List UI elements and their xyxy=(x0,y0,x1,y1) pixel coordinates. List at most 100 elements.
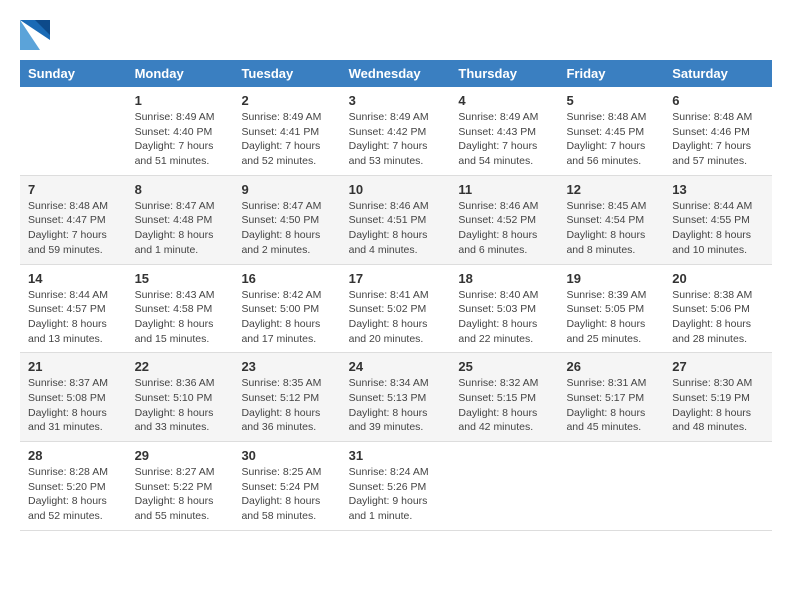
day-info: Sunrise: 8:48 AM Sunset: 4:46 PM Dayligh… xyxy=(672,110,764,169)
weekday-header-tuesday: Tuesday xyxy=(233,60,340,87)
day-info: Sunrise: 8:31 AM Sunset: 5:17 PM Dayligh… xyxy=(566,376,656,435)
day-info: Sunrise: 8:32 AM Sunset: 5:15 PM Dayligh… xyxy=(458,376,550,435)
calendar-cell: 15 Sunrise: 8:43 AM Sunset: 4:58 PM Dayli… xyxy=(127,264,234,353)
logo-icon xyxy=(20,20,50,50)
day-number: 9 xyxy=(241,182,332,197)
calendar-cell: 6 Sunrise: 8:48 AM Sunset: 4:46 PM Daylig… xyxy=(664,87,772,175)
day-info: Sunrise: 8:46 AM Sunset: 4:52 PM Dayligh… xyxy=(458,199,550,258)
calendar-cell: 11 Sunrise: 8:46 AM Sunset: 4:52 PM Dayli… xyxy=(450,175,558,264)
day-info: Sunrise: 8:41 AM Sunset: 5:02 PM Dayligh… xyxy=(349,288,443,347)
day-number: 16 xyxy=(241,271,332,286)
day-number: 25 xyxy=(458,359,550,374)
day-info: Sunrise: 8:49 AM Sunset: 4:40 PM Dayligh… xyxy=(135,110,226,169)
day-number: 15 xyxy=(135,271,226,286)
calendar-cell: 26Sunrise: 8:31 AM Sunset: 5:17 PM Dayli… xyxy=(558,353,664,442)
day-info: Sunrise: 8:35 AM Sunset: 5:12 PM Dayligh… xyxy=(241,376,332,435)
day-info: Sunrise: 8:42 AM Sunset: 5:00 PM Dayligh… xyxy=(241,288,332,347)
day-info: Sunrise: 8:49 AM Sunset: 4:41 PM Dayligh… xyxy=(241,110,332,169)
calendar-cell xyxy=(664,442,772,531)
week-row-3: 14 Sunrise: 8:44 AM Sunset: 4:57 PM Dayli… xyxy=(20,264,772,353)
calendar-cell: 7Sunrise: 8:48 AM Sunset: 4:47 PM Daylig… xyxy=(20,175,127,264)
calendar-cell: 14 Sunrise: 8:44 AM Sunset: 4:57 PM Dayli… xyxy=(20,264,127,353)
calendar-cell: 25 Sunrise: 8:32 AM Sunset: 5:15 PM Dayli… xyxy=(450,353,558,442)
calendar-cell: 28 Sunrise: 8:28 AM Sunset: 5:20 PM Dayli… xyxy=(20,442,127,531)
day-info: Sunrise: 8:48 AM Sunset: 4:47 PM Dayligh… xyxy=(28,199,119,258)
day-number: 3 xyxy=(349,93,443,108)
day-info: Sunrise: 8:36 AM Sunset: 5:10 PM Dayligh… xyxy=(135,376,226,435)
week-row-1: 1Sunrise: 8:49 AM Sunset: 4:40 PM Daylig… xyxy=(20,87,772,175)
day-number: 5 xyxy=(566,93,656,108)
day-info: Sunrise: 8:43 AM Sunset: 4:58 PM Dayligh… xyxy=(135,288,226,347)
calendar-cell: 4Sunrise: 8:49 AM Sunset: 4:43 PM Daylig… xyxy=(450,87,558,175)
week-row-2: 7Sunrise: 8:48 AM Sunset: 4:47 PM Daylig… xyxy=(20,175,772,264)
day-info: Sunrise: 8:38 AM Sunset: 5:06 PM Dayligh… xyxy=(672,288,764,347)
calendar-cell xyxy=(20,87,127,175)
calendar-cell: 29 Sunrise: 8:27 AM Sunset: 5:22 PM Dayli… xyxy=(127,442,234,531)
day-info: Sunrise: 8:49 AM Sunset: 4:42 PM Dayligh… xyxy=(349,110,443,169)
day-number: 6 xyxy=(672,93,764,108)
calendar-cell: 13 Sunrise: 8:44 AM Sunset: 4:55 PM Dayli… xyxy=(664,175,772,264)
calendar-cell: 3 Sunrise: 8:49 AM Sunset: 4:42 PM Daylig… xyxy=(341,87,451,175)
day-number: 31 xyxy=(349,448,443,463)
day-number: 19 xyxy=(566,271,656,286)
week-row-4: 21 Sunrise: 8:37 AM Sunset: 5:08 PM Dayli… xyxy=(20,353,772,442)
day-number: 30 xyxy=(241,448,332,463)
calendar-header: SundayMondayTuesdayWednesdayThursdayFrid… xyxy=(20,60,772,87)
day-info: Sunrise: 8:27 AM Sunset: 5:22 PM Dayligh… xyxy=(135,465,226,524)
calendar-cell: 2 Sunrise: 8:49 AM Sunset: 4:41 PM Daylig… xyxy=(233,87,340,175)
calendar-body: 1Sunrise: 8:49 AM Sunset: 4:40 PM Daylig… xyxy=(20,87,772,530)
calendar-cell: 20Sunrise: 8:38 AM Sunset: 5:06 PM Dayli… xyxy=(664,264,772,353)
day-number: 18 xyxy=(458,271,550,286)
day-number: 29 xyxy=(135,448,226,463)
day-info: Sunrise: 8:44 AM Sunset: 4:57 PM Dayligh… xyxy=(28,288,119,347)
calendar-cell: 30 Sunrise: 8:25 AM Sunset: 5:24 PM Dayli… xyxy=(233,442,340,531)
calendar-cell: 1Sunrise: 8:49 AM Sunset: 4:40 PM Daylig… xyxy=(127,87,234,175)
logo xyxy=(20,20,54,50)
calendar-table: SundayMondayTuesdayWednesdayThursdayFrid… xyxy=(20,60,772,531)
day-number: 21 xyxy=(28,359,119,374)
day-number: 8 xyxy=(135,182,226,197)
calendar-cell: 31 Sunrise: 8:24 AM Sunset: 5:26 PM Dayli… xyxy=(341,442,451,531)
day-info: Sunrise: 8:47 AM Sunset: 4:50 PM Dayligh… xyxy=(241,199,332,258)
day-number: 28 xyxy=(28,448,119,463)
calendar-cell xyxy=(558,442,664,531)
calendar-cell: 21 Sunrise: 8:37 AM Sunset: 5:08 PM Dayli… xyxy=(20,353,127,442)
day-number: 17 xyxy=(349,271,443,286)
weekday-header-thursday: Thursday xyxy=(450,60,558,87)
day-info: Sunrise: 8:25 AM Sunset: 5:24 PM Dayligh… xyxy=(241,465,332,524)
day-info: Sunrise: 8:49 AM Sunset: 4:43 PM Dayligh… xyxy=(458,110,550,169)
calendar-cell: 23Sunrise: 8:35 AM Sunset: 5:12 PM Dayli… xyxy=(233,353,340,442)
page-header xyxy=(20,20,772,50)
weekday-header-wednesday: Wednesday xyxy=(341,60,451,87)
calendar-cell: 19 Sunrise: 8:39 AM Sunset: 5:05 PM Dayli… xyxy=(558,264,664,353)
day-info: Sunrise: 8:45 AM Sunset: 4:54 PM Dayligh… xyxy=(566,199,656,258)
day-info: Sunrise: 8:37 AM Sunset: 5:08 PM Dayligh… xyxy=(28,376,119,435)
day-number: 2 xyxy=(241,93,332,108)
day-info: Sunrise: 8:47 AM Sunset: 4:48 PM Dayligh… xyxy=(135,199,226,258)
calendar-cell: 12 Sunrise: 8:45 AM Sunset: 4:54 PM Dayli… xyxy=(558,175,664,264)
day-number: 27 xyxy=(672,359,764,374)
day-info: Sunrise: 8:44 AM Sunset: 4:55 PM Dayligh… xyxy=(672,199,764,258)
week-row-5: 28 Sunrise: 8:28 AM Sunset: 5:20 PM Dayli… xyxy=(20,442,772,531)
day-number: 11 xyxy=(458,182,550,197)
calendar-cell: 5Sunrise: 8:48 AM Sunset: 4:45 PM Daylig… xyxy=(558,87,664,175)
weekday-header-monday: Monday xyxy=(127,60,234,87)
calendar-cell: 9 Sunrise: 8:47 AM Sunset: 4:50 PM Daylig… xyxy=(233,175,340,264)
day-number: 14 xyxy=(28,271,119,286)
calendar-cell: 22Sunrise: 8:36 AM Sunset: 5:10 PM Dayli… xyxy=(127,353,234,442)
weekday-header-sunday: Sunday xyxy=(20,60,127,87)
day-number: 24 xyxy=(349,359,443,374)
weekday-header-friday: Friday xyxy=(558,60,664,87)
calendar-cell: 16 Sunrise: 8:42 AM Sunset: 5:00 PM Dayli… xyxy=(233,264,340,353)
day-number: 13 xyxy=(672,182,764,197)
day-info: Sunrise: 8:24 AM Sunset: 5:26 PM Dayligh… xyxy=(349,465,443,524)
day-number: 10 xyxy=(349,182,443,197)
day-number: 12 xyxy=(566,182,656,197)
weekday-header-row: SundayMondayTuesdayWednesdayThursdayFrid… xyxy=(20,60,772,87)
day-info: Sunrise: 8:39 AM Sunset: 5:05 PM Dayligh… xyxy=(566,288,656,347)
calendar-cell: 8 Sunrise: 8:47 AM Sunset: 4:48 PM Daylig… xyxy=(127,175,234,264)
calendar-cell: 27Sunrise: 8:30 AM Sunset: 5:19 PM Dayli… xyxy=(664,353,772,442)
day-info: Sunrise: 8:28 AM Sunset: 5:20 PM Dayligh… xyxy=(28,465,119,524)
calendar-cell xyxy=(450,442,558,531)
calendar-cell: 24Sunrise: 8:34 AM Sunset: 5:13 PM Dayli… xyxy=(341,353,451,442)
